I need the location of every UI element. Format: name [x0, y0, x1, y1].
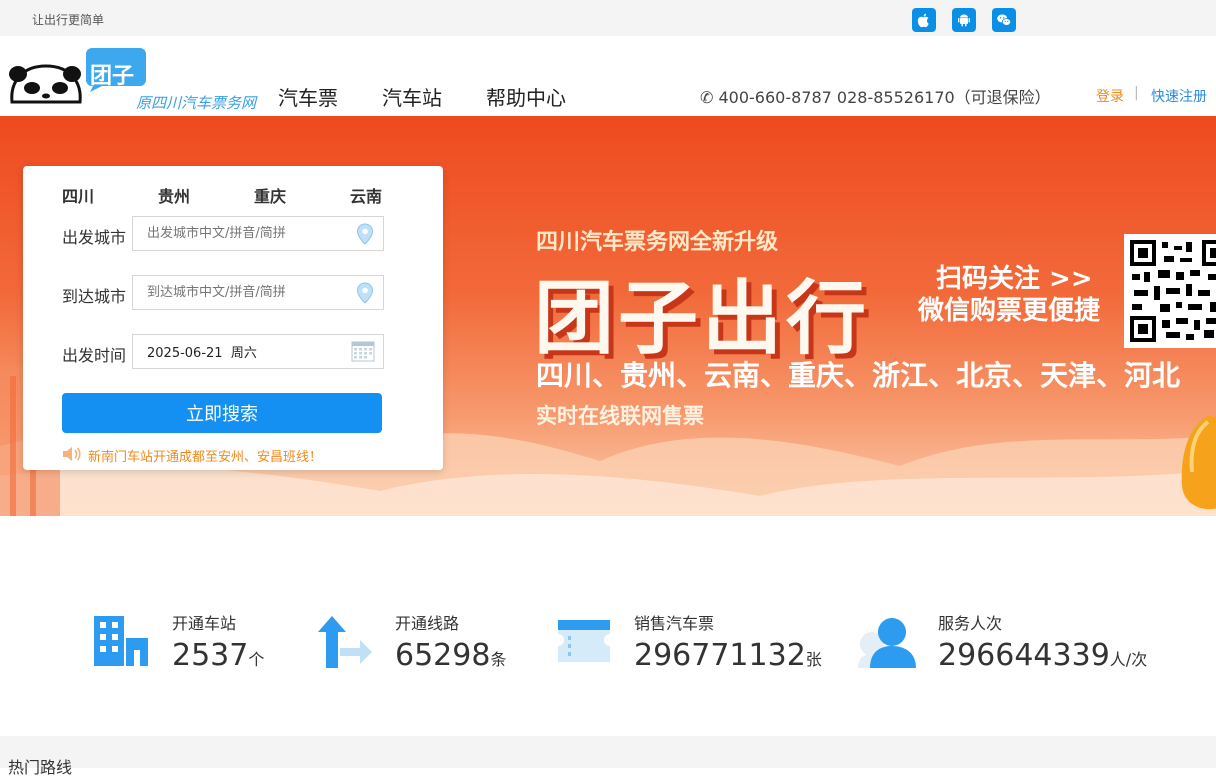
logo-badge-text: 团子 — [90, 64, 135, 89]
stat-tickets-unit: 张 — [805, 650, 822, 669]
from-city-input[interactable] — [132, 216, 384, 251]
hotline-phone: ✆ 400-660-8787 028-85526170（可退保险） — [700, 88, 1051, 107]
stat-stations-unit: 个 — [248, 650, 265, 669]
location-pin-icon — [356, 282, 374, 304]
stat-stations-value: 2537个 — [172, 638, 265, 673]
location-pin-icon — [356, 223, 374, 245]
stat-routes-label: 开通线路 — [395, 614, 460, 633]
tab-chongqing[interactable]: 重庆 — [254, 183, 286, 207]
to-city-input[interactable] — [132, 275, 384, 310]
to-city-label: 到达城市 — [62, 287, 127, 306]
logo-subtitle: 原四川汽车票务网 — [136, 94, 257, 112]
ticket-icon — [558, 620, 610, 662]
wechat-qr-code — [1124, 234, 1216, 348]
register-link[interactable]: 快速注册 — [1151, 86, 1207, 106]
stat-tickets-value: 296771132张 — [634, 638, 822, 673]
nav-bus-ticket[interactable]: 汽车票 — [278, 82, 338, 111]
site-logo[interactable]: 团子 原四川汽车票务网 — [8, 44, 258, 112]
nav-bus-station[interactable]: 汽车站 — [382, 82, 442, 111]
ticket-search-panel: 四川 贵州 重庆 云南 出发城市 到达城市 出发时间 立即搜索 — [23, 166, 443, 470]
from-city-label: 出发城市 — [62, 228, 127, 247]
stat-routes-unit: 条 — [490, 650, 507, 669]
mascot-icon — [1181, 416, 1216, 510]
site-header: 团子 原四川汽车票务网 汽车票 汽车站 帮助中心 ✆ 400-660-8787 … — [0, 36, 1216, 116]
building-icon — [94, 616, 148, 666]
apple-icon[interactable] — [912, 8, 936, 32]
stat-stations-label: 开通车站 — [172, 614, 237, 633]
promo-banner[interactable]: 四川汽车票务网全新升级 团子出行 扫码关注 >> 微信购票更便捷 四川、贵州、云… — [0, 116, 1216, 516]
tab-guizhou[interactable]: 贵州 — [158, 183, 190, 207]
departure-date-input[interactable] — [132, 334, 384, 369]
hot-routes-title: 热门路线 — [8, 758, 73, 777]
stat-services-value: 296644339人/次 — [938, 638, 1148, 673]
banner-realtime: 实时在线联网售票 — [536, 404, 704, 428]
banner-regions: 四川、贵州、云南、重庆、浙江、北京、天津、河北 — [536, 359, 1181, 392]
tab-yunnan[interactable]: 云南 — [350, 183, 382, 207]
qr-code-icon — [1130, 240, 1216, 342]
speaker-icon — [63, 447, 81, 461]
banner-upgrade-title: 四川汽车票务网全新升级 — [536, 230, 779, 255]
user-icon — [858, 618, 916, 668]
nav-help-center[interactable]: 帮助中心 — [486, 82, 566, 111]
slogan: 让出行更简单 — [32, 13, 105, 27]
date-label: 出发时间 — [62, 346, 127, 365]
android-icon[interactable] — [952, 8, 976, 32]
banner-brand-title: 团子出行 — [534, 272, 870, 365]
stat-services-label: 服务人次 — [938, 614, 1003, 633]
banner-wechat-text: 微信购票更便捷 — [918, 296, 1101, 326]
auth-separator: | — [1134, 85, 1139, 101]
stat-routes-value: 65298条 — [395, 638, 507, 673]
stat-tickets-label: 销售汽车票 — [634, 614, 715, 633]
tab-sichuan[interactable]: 四川 — [62, 183, 94, 207]
wechat-icon[interactable] — [992, 8, 1016, 32]
hot-routes-section: 热门路线 — [0, 736, 1216, 777]
stat-services-unit: 人/次 — [1109, 650, 1148, 669]
search-button[interactable]: 立即搜索 — [62, 393, 382, 433]
route-arrow-icon — [318, 616, 372, 668]
top-bar: 让出行更简单 — [0, 0, 1216, 36]
route-notice-link[interactable]: 新南门车站开通成都至安州、安昌班线！ — [88, 446, 322, 465]
calendar-icon[interactable] — [351, 340, 375, 362]
login-link[interactable]: 登录 — [1096, 86, 1124, 106]
